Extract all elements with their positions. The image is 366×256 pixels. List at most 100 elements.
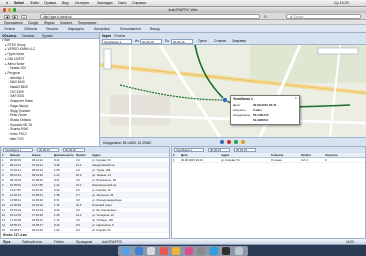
popup-label-date: Дата: xyxy=(233,103,241,107)
popup-title: Челябинск 1 xyxy=(233,97,253,101)
menu-view[interactable]: Вид xyxy=(62,1,69,5)
table-cell: 10:05:02 xyxy=(32,177,43,182)
table-cell: 3 xyxy=(2,167,4,172)
to-date-input[interactable]: 30.06.15 xyxy=(171,38,193,44)
app-menu-geozones[interactable]: Геозоны xyxy=(46,27,58,31)
menu-help[interactable]: Справка xyxy=(132,1,146,5)
option-tracks[interactable]: Треки xyxy=(198,39,207,43)
column-header[interactable]: Пробег xyxy=(301,153,325,157)
legend-icon xyxy=(241,140,245,144)
column-header[interactable]: Адрес xyxy=(92,153,169,157)
table-cell: Стоянка xyxy=(271,157,282,162)
table-row[interactable]: 15 19:38:47 20:41:00 1:02 0.0 ул. Кирова, 54 xyxy=(1,228,169,233)
tree-item-label: VERSO-KANN LLC xyxy=(7,47,36,52)
table-cell: 0:26 xyxy=(54,207,60,212)
menu-file[interactable]: Файл xyxy=(30,1,39,5)
terminal-icon[interactable] xyxy=(222,247,230,255)
report-object-select[interactable]: Челябинск 1 xyxy=(174,147,204,152)
start-button[interactable]: Пуск xyxy=(3,240,10,244)
minimize-window-icon[interactable] xyxy=(8,8,12,12)
table-cell: 14 xyxy=(2,222,6,227)
menu-safari[interactable]: Safari xyxy=(14,1,24,5)
taskbar-button[interactable]: Проводник xyxy=(76,240,92,244)
table-cell: 15 xyxy=(2,227,6,232)
mail-icon[interactable] xyxy=(147,247,155,255)
table-row[interactable]: 1 30.06.2015 20:41 ул. Кирова, 54 Стоянка 11… xyxy=(172,158,365,163)
table-cell: 18:55:13 xyxy=(32,217,43,222)
table-cell: Троицкий тракт xyxy=(92,202,112,207)
table-cell: 9 xyxy=(2,197,4,202)
table-cell: пр. Победы, 160 xyxy=(92,217,114,222)
app-menu-users[interactable]: Пользователи xyxy=(120,27,141,31)
report-to-input[interactable]: 30.06.15 xyxy=(234,147,256,152)
safari-icon[interactable] xyxy=(134,247,143,255)
reload-icon[interactable]: ↻ xyxy=(264,15,269,19)
report-from-input[interactable]: 30.06.15 xyxy=(208,147,230,152)
column-header[interactable]: Скорость xyxy=(325,153,355,157)
tab-geozones[interactable]: Геозоны xyxy=(22,34,34,38)
tree-item-label: Автобус 1 xyxy=(10,75,25,80)
objects-tree-panel: Объекты Геозоны Группы ▾ Все ▸ RTEX Group… xyxy=(0,33,100,146)
menu-window[interactable]: Окно xyxy=(118,1,126,5)
report-from-input[interactable]: 30.06.15 xyxy=(37,147,59,152)
tab-reports[interactable]: Отчеты xyxy=(114,34,125,38)
column-header[interactable]: Длительность xyxy=(54,153,76,157)
zoom-window-icon[interactable] xyxy=(13,8,17,12)
music-icon[interactable] xyxy=(184,247,193,255)
address-toolbar: ◀ ▶ + http://gps.tr-client.ru/ ↻ ⚲ Googl… xyxy=(0,13,366,20)
trash-icon[interactable] xyxy=(234,247,243,255)
menu-edit[interactable]: Правка xyxy=(44,1,56,5)
search-field[interactable]: ⚲ Google xyxy=(286,14,361,19)
table-cell: 1:28 xyxy=(54,212,60,217)
menu-bookmarks[interactable]: Закладки xyxy=(97,1,113,5)
tree-item-label: Ресурсы xyxy=(7,70,21,75)
table-cell: 18:55:13 xyxy=(10,222,21,227)
app-menu-logout[interactable]: Выход xyxy=(150,27,160,31)
apple-menu-icon[interactable]: ● xyxy=(6,1,8,5)
calendar-icon[interactable] xyxy=(159,247,168,255)
table-cell: 9.7 xyxy=(76,192,80,197)
map-toolbar: Карта Отчеты Челябинск 1 Из 30.06.15 По … xyxy=(100,33,366,45)
column-header[interactable]: Конец xyxy=(32,153,54,157)
tab-map[interactable]: Карта xyxy=(102,34,111,38)
taskbar-button[interactable]: Рабочий стол xyxy=(22,240,42,244)
add-bookmark-icon[interactable]: + xyxy=(21,14,27,19)
tree-item-label: Hyundai HD-78 xyxy=(10,122,32,127)
back-icon[interactable]: ◀ xyxy=(4,14,10,19)
photos-icon[interactable] xyxy=(172,247,180,255)
report-object-select[interactable]: Челябинск 1 xyxy=(3,147,33,152)
tree-item[interactable]: ▫ Man TGS xyxy=(8,137,24,142)
column-header[interactable]: Событие xyxy=(271,153,301,157)
column-header[interactable]: Дата xyxy=(181,153,221,157)
table-cell: 0.0 xyxy=(76,157,80,162)
appstore-icon[interactable] xyxy=(209,247,218,255)
object-select[interactable]: Челябинск 1 xyxy=(102,38,132,44)
option-stops[interactable]: Стоянки xyxy=(214,39,226,43)
column-header[interactable]: Пробег xyxy=(76,153,92,157)
column-header[interactable]: # xyxy=(2,153,10,157)
taskbar-button[interactable]: AutoTRAFFIC xyxy=(102,240,122,244)
menu-history[interactable]: История xyxy=(75,1,89,5)
url-field[interactable]: http://gps.tr-client.ru/ xyxy=(40,14,260,19)
app-menu-routes[interactable]: Маршруты xyxy=(68,27,84,31)
table-cell: ул. Энгельса, 43 xyxy=(92,192,114,197)
forward-icon[interactable]: ▶ xyxy=(12,14,18,19)
app-menu-settings[interactable]: Настройки xyxy=(94,27,110,31)
report-to-input[interactable]: 30.06.15 xyxy=(63,147,85,152)
tab-groups[interactable]: Группы xyxy=(42,34,53,38)
taskbar-button[interactable]: Firefox xyxy=(54,240,64,244)
column-header[interactable]: Начало xyxy=(10,153,32,157)
app-menu-reports[interactable]: Отчеты xyxy=(4,27,15,31)
settings-icon[interactable] xyxy=(197,247,205,255)
column-header[interactable]: Адрес xyxy=(221,153,271,157)
finder-icon[interactable] xyxy=(122,247,130,255)
option-fuel[interactable]: Заправки xyxy=(232,39,246,43)
table-cell: ул. Труда, 166 xyxy=(92,167,111,172)
from-date-input[interactable]: 30.06.15 xyxy=(140,38,162,44)
app-menu-objects[interactable]: Объекты xyxy=(24,27,37,31)
table-cell: 16:12:03 xyxy=(32,207,43,212)
close-window-icon[interactable] xyxy=(3,8,7,12)
popup-close-icon[interactable]: × xyxy=(295,96,297,100)
table-cell: 1 xyxy=(2,157,4,162)
column-header[interactable]: # xyxy=(173,153,181,157)
